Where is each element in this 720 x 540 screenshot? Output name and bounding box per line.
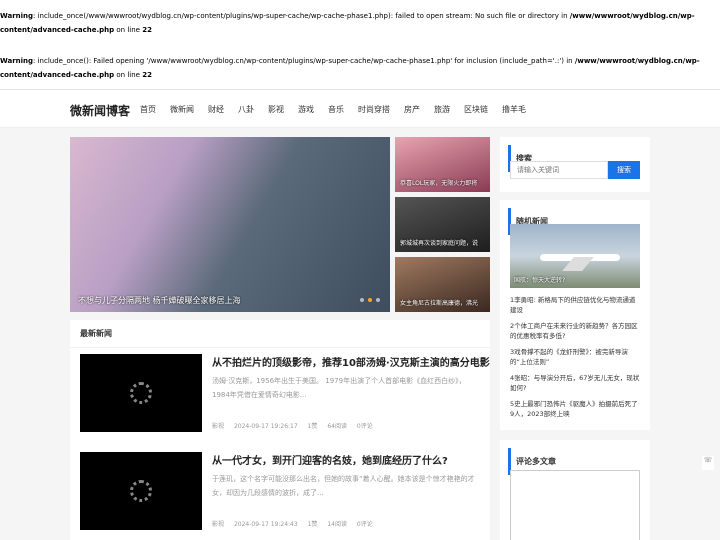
list-item: 从一代才女，到开门迎客的名妓，她到底经历了什么? 于莲玑，这个名字可能没那么出名… [80, 452, 480, 532]
side-thumb-1[interactable]: 恭喜LOL玩家，无限火力即将 [395, 137, 490, 192]
article-likes[interactable]: 1赞 [308, 521, 318, 528]
list-item[interactable]: 4张昭：与导演分开后，67岁无儿无女，现状如何? [510, 373, 640, 393]
menu-item-travel[interactable]: 旅游 [434, 104, 450, 115]
side-thumb-2[interactable]: 郭城城再次谈到家庭问题，说 [395, 197, 490, 252]
article-excerpt: 于莲玑，这个名字可能没那么出名，但她的故事“着人心醒。她本该是个惊才艳艳的才女，… [212, 475, 475, 497]
random-news-list: 1李勇昭: 新格局下的供应链优化与物流通道建设 2个体工商户在未来行业的新趋势？… [510, 295, 640, 425]
side-thumb-caption[interactable]: 女主角尼古拉斯高康德，沸光 [400, 298, 478, 307]
random-news-image-caption[interactable]: 国航：惊天大逆转? [514, 275, 565, 284]
list-item[interactable]: 5史上最邪门恐怖片《驱魔人》拍摄前后死了9人，2023部终上映 [510, 399, 640, 419]
article-views: 64阅读 [327, 423, 347, 430]
article-excerpt: 汤姆·汉克斯，1956年出生于美国。 1979年出演了个人首部电影《血红西白纱》… [212, 377, 466, 399]
article-views: 14阅读 [327, 521, 347, 528]
menu-item-blockchain[interactable]: 区块链 [464, 104, 488, 115]
latest-news-heading: 最新新闻 [70, 320, 490, 348]
menu-item-games[interactable]: 游戏 [298, 104, 314, 115]
menu-item-micronews[interactable]: 微新闻 [170, 104, 194, 115]
phone-icon[interactable]: ☏ [702, 456, 714, 470]
menu-item-music[interactable]: 音乐 [328, 104, 344, 115]
article-comments[interactable]: 0评论 [357, 521, 373, 528]
slider-dot[interactable] [360, 298, 364, 302]
warning-line-1: Warning: include_once(/www/wwwroot/wydbl… [0, 12, 695, 34]
search-input[interactable] [510, 161, 608, 179]
article-meta: 影视 2024-09-17 19:24:43 1赞 14阅读 0评论 [212, 519, 381, 528]
menu-item-realestate[interactable]: 房产 [404, 104, 420, 115]
side-thumb-3[interactable]: 女主角尼古拉斯高康德，沸光 [395, 257, 490, 312]
list-item[interactable]: 1李勇昭: 新格局下的供应链优化与物流通道建设 [510, 295, 640, 315]
search-form: 搜索 [510, 161, 640, 179]
article-thumbnail[interactable] [80, 452, 202, 530]
hero-slider[interactable]: 不想与儿子分隔两地 杨千嬅破曝全家移居上海 [70, 137, 390, 312]
slider-dot-active[interactable] [368, 298, 372, 302]
menu-item-fashion[interactable]: 时尚穿搭 [358, 104, 390, 115]
article-comments[interactable]: 0评论 [357, 423, 373, 430]
top-nav: 微新闻博客 首页 微新闻 财经 八卦 影视 游戏 音乐 时尚穿搭 房产 旅游 区… [0, 90, 720, 128]
broken-image[interactable] [510, 470, 640, 540]
site-logo[interactable]: 微新闻博客 [70, 102, 130, 119]
php-warnings: Warning: include_once(/www/wwwroot/wydbl… [0, 0, 720, 90]
main-menu: 首页 微新闻 财经 八卦 影视 游戏 音乐 时尚穿搭 房产 旅游 区块链 撸羊毛 [140, 104, 540, 115]
menu-item-gossip[interactable]: 八卦 [238, 104, 254, 115]
article-date: 2024-09-17 19:24:43 [233, 521, 298, 528]
list-item: 从不拍烂片的顶级影帝，推荐10部汤姆·汉克斯主演的高分电影 汤姆·汉克斯，195… [80, 354, 490, 434]
article-title[interactable]: 从不拍烂片的顶级影帝，推荐10部汤姆·汉克斯主演的高分电影 [212, 354, 490, 369]
menu-item-film[interactable]: 影视 [268, 104, 284, 115]
article-thumbnail[interactable] [80, 354, 202, 432]
menu-item-deals[interactable]: 撸羊毛 [502, 104, 526, 115]
loading-spinner-icon [130, 382, 152, 404]
hero-image[interactable] [70, 137, 390, 312]
article-category[interactable]: 影视 [212, 521, 224, 528]
article-date: 2024-09-17 19:26:17 [233, 423, 298, 430]
list-item[interactable]: 2个体工商户在未来行业的新趋势？各方园区的优惠税率有多低? [510, 321, 640, 341]
most-commented-widget: 评论多文章 [500, 440, 650, 540]
list-item[interactable]: 3戏骨撑不起的《龙虾刑警》：被完新导演的“上位法则” [510, 347, 640, 367]
side-thumb-caption[interactable]: 郭城城再次谈到家庭问题，说 [400, 238, 478, 247]
article-likes[interactable]: 1赞 [308, 423, 318, 430]
random-news-widget: 随机新闻 国航：惊天大逆转? 1李勇昭: 新格局下的供应链优化与物流通道建设 2… [500, 200, 650, 430]
hero-caption[interactable]: 不想与儿子分隔两地 杨千嬅破曝全家移居上海 [78, 295, 241, 306]
article-meta: 影视 2024-09-17 19:26:17 1赞 64阅读 0评论 [212, 421, 381, 430]
warning-line-2: Warning: include_once(): Failed opening … [0, 57, 700, 79]
slider-dot[interactable] [376, 298, 380, 302]
random-news-image[interactable]: 国航：惊天大逆转? [510, 224, 640, 288]
menu-item-home[interactable]: 首页 [140, 104, 156, 115]
article-category[interactable]: 影视 [212, 423, 224, 430]
latest-news-section: 最新新闻 从不拍烂片的顶级影帝，推荐10部汤姆·汉克斯主演的高分电影 汤姆·汉克… [70, 320, 490, 540]
menu-item-finance[interactable]: 财经 [208, 104, 224, 115]
search-button[interactable]: 搜索 [608, 161, 640, 179]
article-title[interactable]: 从一代才女，到开门迎客的名妓，她到底经历了什么? [212, 452, 448, 467]
side-thumb-caption[interactable]: 恭喜LOL玩家，无限火力即将 [400, 178, 477, 187]
search-widget: 搜索 搜索 [500, 137, 650, 192]
loading-spinner-icon [130, 480, 152, 502]
slider-dots [360, 298, 380, 302]
